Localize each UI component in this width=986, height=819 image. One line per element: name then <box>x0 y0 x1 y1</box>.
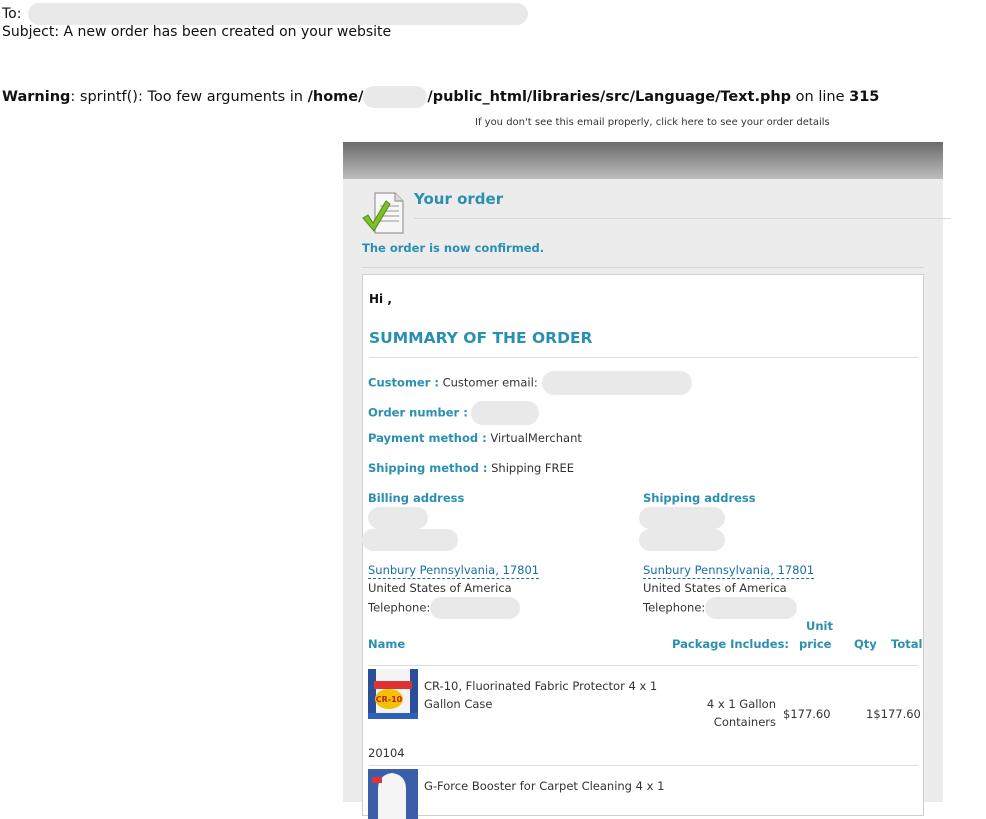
shipping-telephone-label: Telephone: <box>643 600 706 615</box>
product-image-cr10: CR-10 <box>368 669 418 719</box>
product-image-gforce <box>368 769 418 819</box>
redacted-shipping-street <box>639 529 725 551</box>
col-qty: Qty <box>854 637 877 651</box>
col-total: Total <box>891 637 923 651</box>
divider <box>414 218 951 219</box>
customer-label: Customer : <box>368 375 439 390</box>
email-header-bar <box>343 142 943 179</box>
product-package: 4 x 1 Gallon Containers <box>707 695 776 731</box>
warning-line-number: 315 <box>849 89 880 105</box>
warning-path-start: /home/ <box>307 89 364 105</box>
greeting: Hi , <box>369 292 392 306</box>
email-to-line: To: <box>2 3 528 25</box>
shipping-method-label: Shipping method : <box>368 461 488 475</box>
redacted-order-number <box>471 401 540 425</box>
divider <box>362 267 924 268</box>
product-qty-total: 1$177.60 <box>866 707 921 721</box>
your-order-title: Your order <box>414 190 504 208</box>
shipping-country: United States of America <box>643 581 787 595</box>
redacted-billing-name <box>368 507 428 529</box>
divider <box>369 665 918 666</box>
product-package-line2: Containers <box>713 715 776 729</box>
redacted-recipient <box>27 3 528 25</box>
warning-path-end: /public_html/libraries/src/Language/Text… <box>427 89 792 105</box>
to-label: To: <box>2 6 22 22</box>
shipping-telephone: Telephone: <box>643 597 893 619</box>
order-summary-card: Hi , SUMMARY OF THE ORDER Customer : Cus… <box>362 274 924 819</box>
product-name-line1: CR-10, Fluorinated Fabric Protector 4 x … <box>424 679 658 693</box>
product-name-line2: Gallon Case <box>424 697 493 711</box>
col-unit-price-2: price <box>799 637 832 651</box>
redacted-billing-street <box>362 529 458 551</box>
customer-value: Customer email: <box>442 375 538 390</box>
warning-message: : sprintf(): Too few arguments in <box>70 89 308 105</box>
view-order-details-link[interactable]: If you don't see this email properly, cl… <box>475 117 830 128</box>
warning-on-line: on line <box>791 89 850 105</box>
product-image-label: CR-10 <box>376 695 403 704</box>
col-package: Package Includes: <box>672 637 790 651</box>
product-package-line1: 4 x 1 Gallon <box>706 697 776 711</box>
shipping-method-value: Shipping FREE <box>491 461 575 475</box>
billing-telephone-label: Telephone: <box>368 600 431 615</box>
document-check-icon <box>362 192 404 234</box>
billing-address: Billing address Sunbury Pennsylvania, 17… <box>362 491 618 619</box>
redacted-shipping-phone <box>705 597 798 619</box>
customer-row: Customer : Customer email: <box>368 371 693 395</box>
col-name: Name <box>368 637 406 651</box>
product-name: CR-10, Fluorinated Fabric Protector 4 x … <box>424 677 664 713</box>
shipping-address: Shipping address Sunbury Pennsylvania, 1… <box>639 491 893 619</box>
redacted-username <box>363 86 428 108</box>
order-confirmed-text: The order is now confirmed. <box>362 241 545 255</box>
billing-city-link[interactable]: Sunbury Pennsylvania, 17801 <box>368 563 540 579</box>
redacted-billing-phone <box>430 597 521 619</box>
shipping-address-title: Shipping address <box>643 491 756 505</box>
order-email: Your order The order is now confirmed. H… <box>343 142 951 819</box>
billing-country: United States of America <box>368 581 512 595</box>
email-subject: Subject: A new order has been created on… <box>2 24 392 40</box>
divider <box>369 765 918 766</box>
payment-method-value: VirtualMerchant <box>490 431 582 445</box>
billing-address-title: Billing address <box>368 491 465 505</box>
payment-method-label: Payment method : <box>368 431 487 445</box>
product-name-2: G-Force Booster for Carpet Cleaning 4 x … <box>424 779 665 793</box>
warning-label: Warning <box>2 89 71 105</box>
product-sku: 20104 <box>368 746 405 760</box>
billing-telephone: Telephone: <box>368 597 618 619</box>
product-unit-price: $177.60 <box>783 707 831 721</box>
redacted-email <box>542 371 693 395</box>
divider <box>369 357 918 358</box>
redacted-shipping-name <box>639 507 725 529</box>
summary-title: SUMMARY OF THE ORDER <box>369 329 593 347</box>
col-unit-price-1: Unit <box>806 619 833 633</box>
order-number-row: Order number : <box>368 401 540 425</box>
order-number-label: Order number : <box>368 405 468 420</box>
php-warning: Warning: sprintf(): Too few arguments in… <box>2 86 879 108</box>
shipping-city-link[interactable]: Sunbury Pennsylvania, 17801 <box>643 563 815 579</box>
payment-method-row: Payment method : VirtualMerchant <box>368 431 582 445</box>
shipping-method-row: Shipping method : Shipping FREE <box>368 461 574 475</box>
